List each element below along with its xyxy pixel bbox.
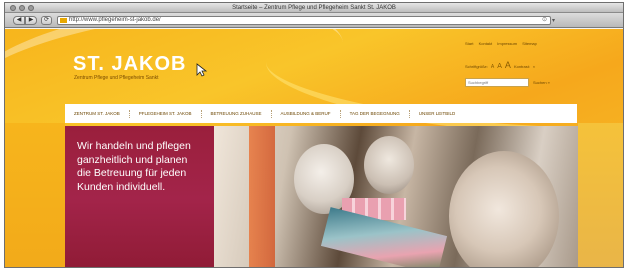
nav-item-zentrum[interactable]: ZENTRUM ST. JAKOB [65,109,130,118]
util-link-kontakt[interactable]: Kontakt [479,41,493,46]
font-size-medium-button[interactable]: A [497,63,502,70]
reload-button[interactable]: ⟳ [41,16,52,25]
teaser-text: Wir handeln und pflegen ganzheitlich und… [77,140,191,193]
search-button[interactable]: Suchen » [533,80,550,85]
accessibility-controls: Schriftgröße: A A A Kontrast: ◐ [465,60,535,70]
browser-toolbar: ◀ ▶ ⟳ http://www.pflegeheim-st-jakob.de/… [5,13,623,28]
forward-button[interactable]: ▶ [25,16,37,25]
favicon-icon [60,18,67,23]
site-search: Suchen » [465,78,550,87]
site-logo-subtitle: Zentrum Pflege und Pflegeheim Sankt [74,75,159,81]
nav-item-leitbild[interactable]: UNSER LEITBILD [410,110,465,118]
util-link-start[interactable]: Start [465,41,473,46]
util-link-sitemap[interactable]: Sitemap [522,41,537,46]
photo-person [364,136,414,194]
address-bar[interactable]: http://www.pflegeheim-st-jakob.de/ ⊙ [57,16,551,25]
page-margin-left [5,123,65,267]
nav-item-tag-der-begegnung[interactable]: TAG DER BEGEGNUNG [341,109,410,118]
search-input[interactable] [465,78,529,87]
photo-caregiver-arm [249,126,275,267]
dropdown-menu-icon[interactable]: ▾ [552,17,560,25]
font-size-small-button[interactable]: A [491,64,494,70]
nav-item-pflegeheim[interactable]: PFLEGEHEIM ST. JAKOB [130,109,202,118]
go-icon[interactable]: ⊙ [542,17,548,24]
util-link-impressum[interactable]: Impressum [497,41,517,46]
photo-person [449,151,559,267]
contrast-label: Kontrast: [513,64,530,69]
contrast-icon[interactable]: ◐ [533,64,535,69]
browser-window: Startseite – Zentrum Pflege und Pflegehe… [4,2,624,268]
nav-item-ausbildung[interactable]: AUSBILDUNG & BERUF [272,109,341,118]
teaser-box: Wir handeln und pflegen ganzheitlich und… [65,126,214,267]
main-navigation: ZENTRUM ST. JAKOB PFLEGEHEIM ST. JAKOB B… [65,104,577,123]
site-logo[interactable]: ST. JAKOB [73,53,186,76]
font-size-large-button[interactable]: A [505,60,511,70]
back-button[interactable]: ◀ [13,16,25,25]
hero-photo [214,126,578,267]
utility-links: Start Kontakt Impressum Sitemap [465,41,541,46]
title-bar: Startseite – Zentrum Pflege und Pflegehe… [5,3,623,13]
window-title: Startseite – Zentrum Pflege und Pflegehe… [232,5,396,11]
website-page: ST. JAKOB Zentrum Pflege und Pflegeheim … [5,29,623,267]
font-size-label: Schriftgröße: [465,64,488,69]
nav-item-betreuung[interactable]: BETREUUNG ZUHAUSE [202,109,272,118]
address-url: http://www.pflegeheim-st-jakob.de/ [69,17,161,23]
page-margin-right [578,123,623,267]
mouse-pointer-icon [196,63,208,77]
